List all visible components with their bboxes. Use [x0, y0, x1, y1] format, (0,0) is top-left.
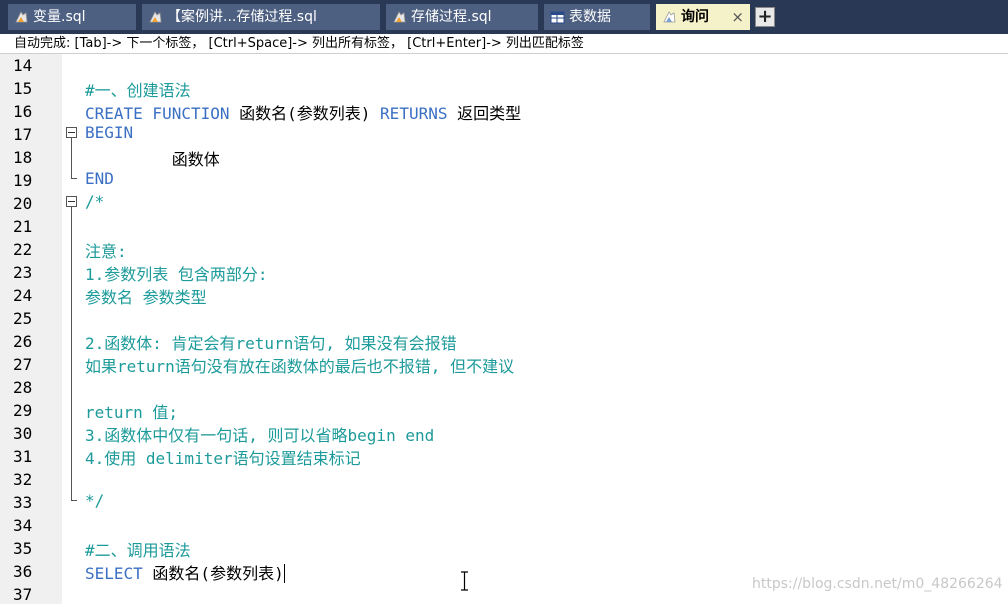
code-line-20: /*	[85, 192, 105, 211]
fold-collapse-icon[interactable]	[66, 196, 77, 207]
keyword: SELECT	[85, 564, 143, 583]
line-number: 30	[13, 424, 33, 443]
code-line-17: BEGIN	[85, 123, 134, 142]
code-line-24: 参数名 参数类型	[85, 288, 207, 307]
code-line-36: SELECT 函数名(参数列表)	[85, 560, 285, 583]
autocomplete-hint: 自动完成: [Tab]-> 下一个标签， [Ctrl+Space]-> 列出所有…	[0, 34, 1008, 54]
tab-query[interactable]: 询问 ×	[656, 4, 750, 30]
code-text: 函数名(参数列表)	[142, 564, 284, 583]
code-line-15: #一、创建语法	[85, 81, 191, 100]
line-number: 28	[13, 378, 33, 397]
watermark: https://blog.csdn.net/m0_48266264	[752, 576, 1003, 592]
line-number: 20	[13, 194, 33, 213]
line-number: 33	[13, 493, 33, 512]
code-line-22: 注意:	[85, 242, 127, 261]
tab-case-procedure-sql[interactable]: 【案例讲...存储过程.sql	[142, 4, 380, 30]
tab-label: 变量.sql	[33, 9, 86, 25]
tab-label: 询问	[681, 9, 709, 25]
table-icon	[550, 11, 565, 24]
close-tab-icon[interactable]: ×	[731, 4, 744, 30]
tab-label: 【案例讲...存储过程.sql	[167, 9, 317, 25]
line-number: 16	[13, 102, 33, 121]
add-tab-button[interactable]: +	[755, 7, 775, 27]
code-line-30: 3.函数体中仅有一句话, 则可以省略begin end	[85, 426, 435, 445]
line-number: 26	[13, 332, 33, 351]
tab-label: 存储过程.sql	[411, 9, 492, 25]
keyword: RETURNS	[380, 104, 448, 123]
line-number: 24	[13, 286, 33, 305]
line-number: 23	[13, 263, 33, 282]
line-number: 27	[13, 355, 33, 374]
line-number: 15	[13, 79, 33, 98]
fold-guide	[71, 207, 72, 500]
line-number: 34	[13, 516, 33, 535]
line-number: 36	[13, 562, 33, 581]
tab-variables-sql[interactable]: 变量.sql	[8, 4, 136, 30]
sql-file-icon	[393, 11, 406, 23]
fold-guide	[71, 138, 72, 178]
text-cursor	[283, 564, 285, 583]
line-number: 21	[13, 217, 33, 236]
sql-file-icon	[149, 11, 162, 23]
tab-table-data[interactable]: 表数据	[544, 4, 650, 30]
line-number: 19	[13, 171, 33, 190]
code-line-31: 4.使用 delimiter语句设置结束标记	[85, 449, 361, 468]
query-icon	[663, 11, 676, 23]
tab-label: 表数据	[569, 9, 611, 25]
line-number: 18	[13, 148, 33, 167]
sql-file-icon	[15, 11, 28, 23]
tab-stored-procedure-sql[interactable]: 存储过程.sql	[386, 4, 538, 30]
line-number: 14	[13, 56, 33, 75]
line-number-gutter: 14 15 16 17 18 19 20 21 22 23 24 25 26 27 28 29 30 31 32 33…	[0, 54, 77, 604]
line-number: 31	[13, 447, 33, 466]
line-number: 22	[13, 240, 33, 259]
editor-tab-bar: 变量.sql 【案例讲...存储过程.sql 存储过程.sql 表数据 询问 ×…	[0, 0, 1008, 34]
fold-collapse-icon[interactable]	[66, 127, 77, 138]
fold-guide-end	[71, 178, 77, 179]
code-line-33: */	[85, 491, 105, 510]
sql-editor[interactable]: #一、创建语法 CREATE FUNCTION 函数名(参数列表) RETURN…	[85, 54, 985, 604]
code-line-27: 如果return语句没有放在函数体的最后也不报错, 但不建议	[85, 357, 515, 376]
ibeam-cursor-icon	[461, 571, 468, 591]
line-number: 35	[13, 539, 33, 558]
code-line-18: 函数体	[85, 150, 220, 169]
code-line-23: 1.参数列表 包含两部分:	[85, 265, 268, 284]
line-number: 25	[13, 309, 33, 328]
code-line-16: CREATE FUNCTION 函数名(参数列表) RETURNS 返回类型	[85, 100, 521, 123]
fold-guide-end	[71, 500, 77, 501]
code-line-29: return 值;	[85, 403, 179, 422]
code-text: 函数名(参数列表)	[229, 104, 381, 123]
line-number: 29	[13, 401, 33, 420]
line-number: 17	[13, 125, 33, 144]
line-number: 37	[13, 585, 33, 604]
code-line-35: #二、调用语法	[85, 541, 191, 560]
code-line-19: END	[85, 169, 114, 188]
code-text: 返回类型	[447, 104, 522, 123]
code-line-26: 2.函数体: 肯定会有return语句, 如果没有会报错	[85, 334, 457, 353]
line-number: 32	[13, 470, 33, 489]
keyword: CREATE FUNCTION	[85, 104, 230, 123]
